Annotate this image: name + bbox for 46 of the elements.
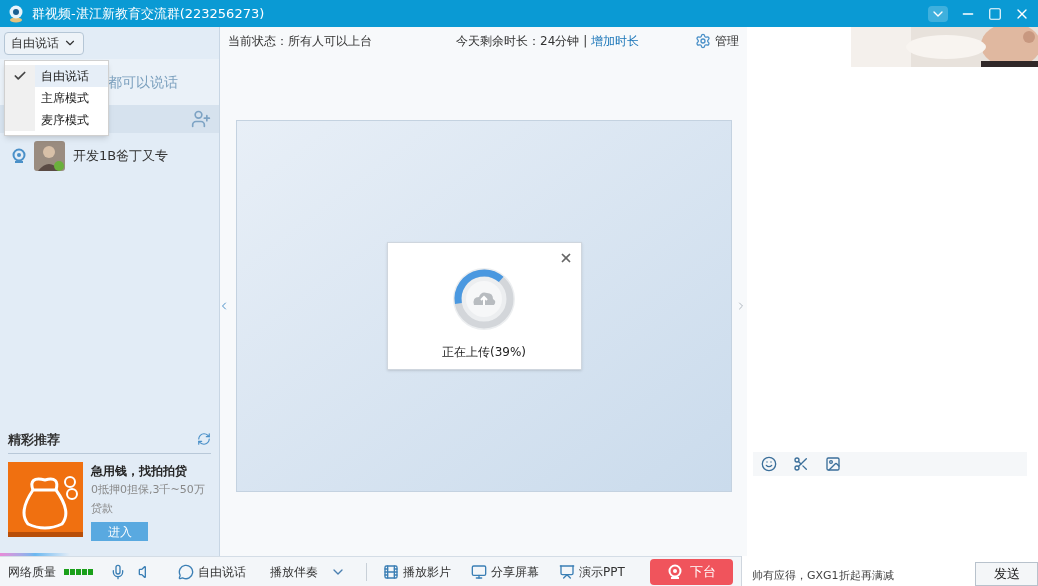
ad-text: 0抵押0担保,3千~50万贷款 [91, 482, 206, 517]
settings-icon [695, 33, 711, 49]
webcam-icon [12, 148, 26, 164]
add-member-icon[interactable] [191, 109, 211, 129]
ad-title: 急用钱，找拍拍贷 [91, 463, 188, 480]
emoji-icon[interactable] [761, 456, 777, 472]
status-text: 当前状态：所有人可以上台 [228, 33, 372, 50]
toolbar-button[interactable]: 自由说话 [174, 562, 250, 581]
member-name: 开发1B爸丁又专 [73, 147, 169, 166]
dropdown-icon[interactable] [928, 5, 948, 22]
toolbar-button[interactable]: 演示PPT [555, 562, 629, 581]
menu-item[interactable]: 主席模式 [5, 87, 108, 109]
member-row[interactable]: 开发1B爸丁又专 [0, 137, 219, 175]
separator: | [583, 33, 588, 50]
webcam-icon [8, 4, 24, 23]
manage-button[interactable]: 管理 [695, 32, 739, 50]
check-icon [13, 69, 27, 83]
accompany-button[interactable]: 播放伴奏 [262, 562, 354, 581]
menu-item[interactable]: 麦序模式 [5, 109, 108, 131]
image-icon[interactable] [825, 456, 841, 472]
toolbar-button[interactable]: 播放影片 [379, 562, 455, 581]
speech-icon [178, 563, 194, 580]
presentation-icon [559, 563, 575, 580]
mode-button[interactable]: 自由说话 [4, 31, 84, 55]
film-icon [383, 563, 399, 580]
refresh-icon[interactable] [197, 432, 211, 447]
remaining-time: 今天剩余时长：24分钟 [456, 33, 580, 50]
progress-ring [452, 266, 516, 331]
network-label: 网络质量 [8, 563, 56, 581]
microphone-icon[interactable] [110, 563, 126, 580]
window-title: 群视频-湛江新教育交流群(223256273) [32, 4, 265, 23]
scissors-icon[interactable] [793, 456, 809, 472]
mode-hint: 都可以说话 [108, 72, 178, 92]
upload-status: 正在上传(39%) [441, 343, 526, 361]
maximize-icon[interactable] [988, 6, 1002, 21]
menu-item[interactable]: 自由说话 [5, 65, 108, 87]
send-button[interactable]: 发送 [975, 562, 1038, 586]
webcam-icon [667, 563, 682, 580]
toolbar-button[interactable]: 分享屏幕 [467, 562, 543, 581]
section-title: 精彩推荐 [8, 430, 60, 449]
monitor-icon [471, 563, 487, 580]
add-time-link[interactable]: 增加时长 [591, 32, 640, 50]
avatar [34, 141, 65, 171]
loan-bag-icon [8, 462, 83, 537]
signal-icon [64, 568, 94, 575]
ad-text: 帅有应得，GXG1折起再满减 [752, 567, 894, 584]
